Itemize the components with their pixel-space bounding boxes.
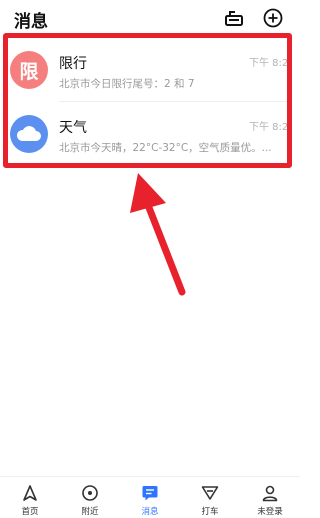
mailbox-button[interactable] — [223, 7, 245, 29]
tab-messages[interactable]: 消息 — [120, 477, 180, 518]
location-icon — [79, 483, 101, 503]
message-preview: 北京市今天晴，22°C-32°C，空气质量优。... — [59, 142, 272, 154]
cloud-icon — [16, 126, 41, 141]
header-bar: 消息 — [0, 0, 300, 36]
tab-label: 附近 — [81, 507, 99, 517]
message-time: 下午 8:2 — [249, 122, 289, 133]
message-item-weather[interactable]: 天气 下午 8:2 北京市今天晴，22°C-32°C，空气质量优。... — [0, 102, 300, 166]
message-sender: 天气 — [59, 120, 87, 136]
tab-label: 打车 — [201, 507, 219, 517]
message-list: 限 限行 下午 8:2 北京市今日限行尾号：2 和 7 天气 下午 8:2 北京… — [0, 38, 300, 166]
mailbox-icon — [225, 11, 243, 26]
navigation-arrow-icon — [19, 483, 41, 503]
plus-circle-icon — [263, 8, 283, 28]
taxi-icon — [199, 483, 221, 503]
tab-taxi[interactable]: 打车 — [180, 477, 240, 518]
restriction-avatar: 限 — [10, 51, 48, 89]
message-time: 下午 8:2 — [249, 58, 289, 69]
message-preview: 北京市今日限行尾号：2 和 7 — [59, 78, 195, 90]
arrow-up-icon — [130, 173, 186, 296]
avatar-text: 限 — [19, 60, 39, 83]
weather-avatar — [10, 115, 48, 153]
tab-nearby[interactable]: 附近 — [60, 477, 120, 518]
add-button[interactable] — [262, 7, 284, 29]
page-title: 消息 — [14, 12, 48, 32]
tab-profile[interactable]: 未登录 — [240, 477, 300, 518]
bottom-tab-bar: 首页 附近 消息 打车 未登录 — [0, 476, 300, 518]
tab-label: 首页 — [21, 507, 39, 517]
user-icon — [259, 483, 281, 503]
message-sender: 限行 — [59, 56, 87, 72]
tab-label: 未登录 — [257, 507, 283, 517]
tab-home[interactable]: 首页 — [0, 477, 60, 518]
message-icon — [139, 483, 161, 503]
message-item-restriction[interactable]: 限 限行 下午 8:2 北京市今日限行尾号：2 和 7 — [0, 38, 300, 102]
tab-label: 消息 — [141, 507, 159, 517]
